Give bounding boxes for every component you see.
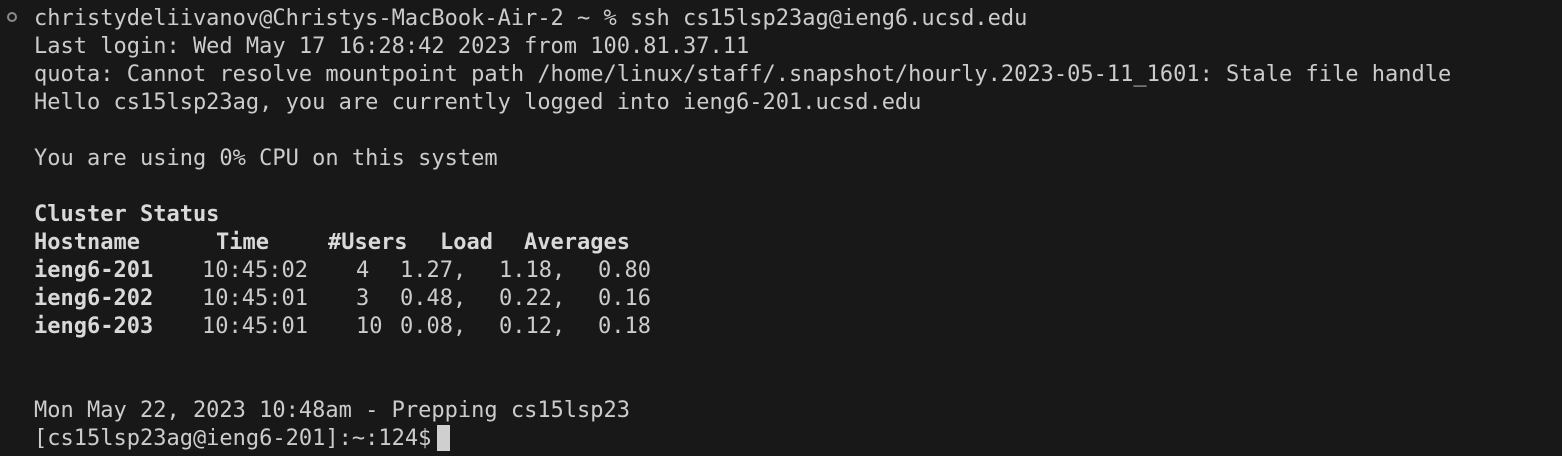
row-load-2: 0.22,	[499, 286, 566, 311]
terminal-output: christydeliivanov@Christys-MacBook-Air-2…	[34, 5, 1451, 453]
quota-error-line: quota: Cannot resolve mountpoint path /h…	[34, 62, 1452, 87]
row-hostname: ieng6-203	[34, 314, 154, 339]
ssh-command-line: christydeliivanov@Christys-MacBook-Air-2…	[34, 6, 1028, 31]
row-load-2: 0.12,	[499, 314, 566, 339]
cluster-table-header: Hostname Time #Users Load Averages	[34, 229, 1451, 257]
command-marker-icon[interactable]	[7, 12, 17, 22]
row-load-2: 1.18,	[499, 258, 566, 283]
row-load-3: 0.80	[598, 258, 651, 283]
hello-line: Hello cs15lsp23ag, you are currently log…	[34, 90, 922, 115]
table-row: ieng6-202 10:45:01 3 0.48, 0.22, 0.16	[34, 285, 1451, 313]
cluster-status-table: Hostname Time #Users Load Averages ieng6…	[34, 229, 1451, 341]
header-load: Load	[440, 230, 493, 255]
row-load-1: 0.08,	[400, 314, 467, 339]
header-users: #Users	[328, 230, 408, 255]
shell-prompt-line[interactable]: [cs15lsp23ag@ieng6-201]:~:124$	[34, 425, 1451, 453]
table-row: ieng6-203 10:45:01 10 0.08, 0.12, 0.18	[34, 313, 1451, 341]
header-averages: Averages	[524, 230, 630, 255]
row-users: 10	[356, 314, 383, 339]
row-users: 3	[356, 286, 370, 311]
prepping-line: Mon May 22, 2023 10:48am - Prepping cs15…	[34, 398, 631, 423]
row-load-3: 0.18	[598, 314, 651, 339]
row-load-3: 0.16	[598, 286, 651, 311]
table-row: ieng6-201 10:45:02 4 1.27, 1.18, 0.80	[34, 257, 1451, 285]
row-users: 4	[356, 258, 370, 283]
cpu-usage-line: You are using 0% CPU on this system	[34, 146, 498, 171]
row-time: 10:45:01	[202, 314, 308, 339]
cluster-status-title: Cluster Status	[34, 202, 220, 227]
last-login-line: Last login: Wed May 17 16:28:42 2023 fro…	[34, 34, 750, 59]
row-time: 10:45:02	[202, 258, 308, 283]
row-hostname: ieng6-202	[34, 286, 154, 311]
row-load-1: 1.27,	[400, 258, 467, 283]
terminal-window[interactable]: christydeliivanov@Christys-MacBook-Air-2…	[0, 0, 1562, 456]
row-load-1: 0.48,	[400, 286, 467, 311]
text-cursor[interactable]	[437, 425, 451, 451]
header-time: Time	[216, 230, 269, 255]
row-time: 10:45:01	[202, 286, 308, 311]
header-hostname: Hostname	[34, 230, 140, 255]
shell-prompt: [cs15lsp23ag@ieng6-201]:~:124$	[34, 426, 432, 451]
row-hostname: ieng6-201	[34, 258, 154, 283]
